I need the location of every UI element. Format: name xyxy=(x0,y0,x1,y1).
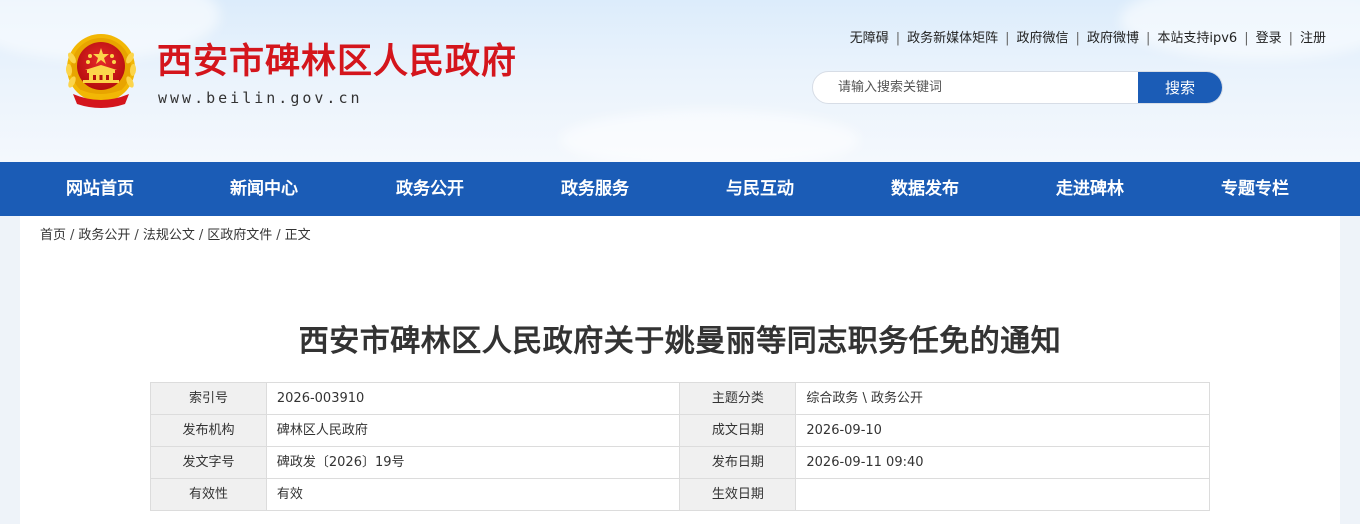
gov-weibo-link[interactable]: 政府微博 xyxy=(1087,30,1139,48)
separator: | xyxy=(1005,31,1010,46)
separator: | xyxy=(1244,31,1249,46)
nav-item-news[interactable]: 新闻中心 xyxy=(230,162,298,216)
breadcrumb-home[interactable]: 首页 xyxy=(40,227,66,245)
cloud-decoration xyxy=(560,110,860,162)
nav-item-about[interactable]: 走进碑林 xyxy=(1056,162,1124,216)
separator: | xyxy=(895,31,901,46)
separator: | xyxy=(1145,31,1151,46)
site-domain: www.beilin.gov.cn xyxy=(158,89,363,107)
meta-label: 有效性 xyxy=(150,478,267,511)
breadcrumb-separator: / xyxy=(70,228,75,243)
meta-label: 成文日期 xyxy=(679,414,797,447)
meta-value: 有效 xyxy=(265,478,681,511)
gov-wechat-link[interactable]: 政府微信 xyxy=(1017,30,1069,48)
table-row: 索引号 2026-003910 主题分类 综合政务 \ 政务公开 xyxy=(150,382,1210,415)
meta-label: 索引号 xyxy=(150,382,267,415)
nav-item-interaction[interactable]: 与民互动 xyxy=(726,162,794,216)
breadcrumb-district-docs[interactable]: 区政府文件 xyxy=(207,227,272,245)
table-row: 发文字号 碑政发〔2026〕19号 发布日期 2026-09-11 09:40 xyxy=(150,446,1210,479)
top-links-bar: 无障碍 | 政务新媒体矩阵 | 政府微信 | 政府微博 | 本站支持ipv6 |… xyxy=(800,30,1326,48)
meta-label: 发布机构 xyxy=(150,414,267,447)
register-link[interactable]: 注册 xyxy=(1300,30,1326,48)
meta-value: 2026-003910 xyxy=(265,382,681,415)
accessibility-link[interactable]: 无障碍 xyxy=(850,30,889,48)
breadcrumb-separator: / xyxy=(134,228,139,243)
new-media-matrix-link[interactable]: 政务新媒体矩阵 xyxy=(907,30,998,48)
national-emblem-icon[interactable] xyxy=(63,32,139,112)
breadcrumb: 首页 / 政务公开 / 法规公文 / 区政府文件 / 正文 xyxy=(40,227,311,245)
nav-item-home[interactable]: 网站首页 xyxy=(66,162,134,216)
breadcrumb-separator: / xyxy=(198,228,204,243)
meta-label: 发布日期 xyxy=(679,446,797,479)
meta-value: 综合政务 \ 政务公开 xyxy=(795,382,1210,415)
site-header: 西安市碑林区人民政府 www.beilin.gov.cn 无障碍 | 政务新媒体… xyxy=(0,0,1360,162)
nav-item-gov-service[interactable]: 政务服务 xyxy=(561,162,629,216)
meta-value: 碑政发〔2026〕19号 xyxy=(265,446,681,479)
meta-label: 发文字号 xyxy=(150,446,267,479)
search-box: 搜索 xyxy=(812,71,1223,104)
article-title: 西安市碑林区人民政府关于姚曼丽等同志职务任免的通知 xyxy=(298,324,1062,359)
main-nav: 网站首页 新闻中心 政务公开 政务服务 与民互动 数据发布 走进碑林 专题专栏 xyxy=(0,162,1360,216)
login-link[interactable]: 登录 xyxy=(1256,30,1282,48)
meta-value xyxy=(795,478,1210,511)
separator: | xyxy=(1288,31,1293,46)
meta-value: 碑林区人民政府 xyxy=(265,414,681,447)
search-input[interactable] xyxy=(813,72,1138,103)
site-title[interactable]: 西安市碑林区人民政府 xyxy=(157,42,517,82)
table-row: 发布机构 碑林区人民政府 成文日期 2026-09-10 xyxy=(150,414,1210,447)
breadcrumb-regulations[interactable]: 法规公文 xyxy=(143,227,195,245)
content-panel: 首页 / 政务公开 / 法规公文 / 区政府文件 / 正文 西安市碑林区人民政府… xyxy=(20,216,1340,524)
breadcrumb-current: 正文 xyxy=(284,228,311,243)
search-button[interactable]: 搜索 xyxy=(1138,72,1222,103)
meta-value: 2026-09-11 09:40 xyxy=(795,446,1210,479)
document-meta-table: 索引号 2026-003910 主题分类 综合政务 \ 政务公开 发布机构 碑林… xyxy=(150,382,1210,511)
breadcrumb-gov-affairs[interactable]: 政务公开 xyxy=(78,227,130,245)
meta-label: 生效日期 xyxy=(679,478,797,511)
nav-item-topics[interactable]: 专题专栏 xyxy=(1221,162,1289,216)
ipv6-support-link[interactable]: 本站支持ipv6 xyxy=(1157,30,1237,48)
table-row: 有效性 有效 生效日期 xyxy=(150,478,1210,511)
breadcrumb-separator: / xyxy=(276,228,281,243)
meta-label: 主题分类 xyxy=(679,382,797,415)
nav-item-data[interactable]: 数据发布 xyxy=(891,162,959,216)
nav-item-gov-affairs[interactable]: 政务公开 xyxy=(396,162,464,216)
separator: | xyxy=(1075,31,1080,46)
meta-value: 2026-09-10 xyxy=(795,414,1210,447)
